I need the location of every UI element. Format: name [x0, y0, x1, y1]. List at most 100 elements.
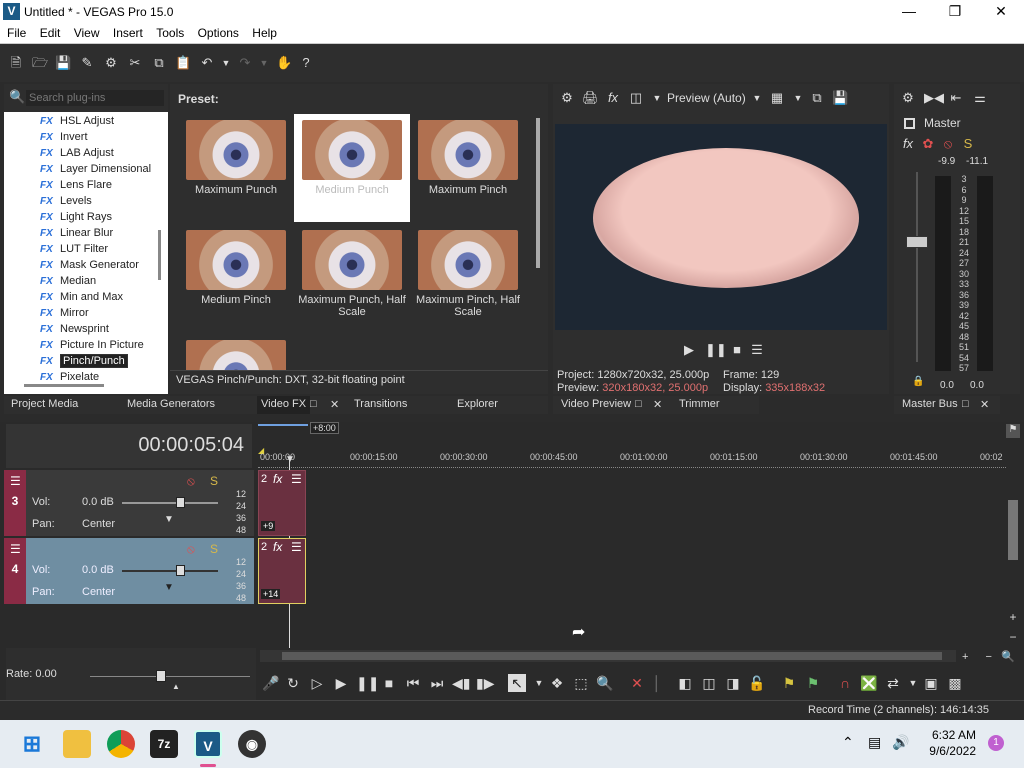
tab-explorer[interactable]: Explorer — [457, 398, 498, 410]
pause-icon[interactable]: ❚❚ — [356, 674, 379, 692]
next-frame-icon[interactable]: ▮▶ — [476, 674, 494, 692]
save-snapshot-icon[interactable]: 💾 — [832, 90, 848, 106]
tab-master-bus-close-icon[interactable]: ✕ — [980, 398, 989, 411]
preview-stop-icon[interactable]: ■ — [729, 342, 745, 358]
open-folder-icon[interactable]: 🗁 — [32, 55, 48, 71]
plugin-list-scrollbar[interactable] — [158, 230, 161, 280]
master-automation-icon[interactable]: ✿ — [920, 136, 936, 152]
play-from-start-icon[interactable]: ▷ — [308, 674, 326, 692]
track-4-header[interactable]: 4 ☰ ⦸ S Vol: 0.0 dB Pan: Center ▼ — [4, 538, 254, 604]
track-4-mute-icon[interactable]: ⦸ — [187, 542, 195, 557]
notification-badge[interactable]: 1 — [988, 735, 1004, 751]
maximize-button[interactable]: ❐ — [932, 0, 978, 24]
master-downmix-icon[interactable]: ⇤ — [948, 90, 964, 106]
track-4-menu-icon[interactable]: ☰ — [10, 542, 21, 556]
master-settings-gear-icon[interactable]: ⚙ — [900, 90, 916, 106]
chrome-icon[interactable] — [107, 730, 135, 758]
trim-icon[interactable]: │ — [648, 674, 666, 692]
zoom-in-vertical-icon[interactable]: + — [1006, 610, 1020, 624]
track-4-vol-thumb[interactable] — [176, 565, 185, 576]
preset-tile[interactable]: Maximum Pinch, Half Scale — [410, 224, 526, 332]
master-mute-icon[interactable]: ⦸ — [940, 136, 956, 152]
menu-edit[interactable]: Edit — [33, 24, 61, 40]
preset-tile[interactable]: Maximum Pinch — [410, 114, 526, 222]
zoom-magnifier-icon[interactable]: 🔍 — [1001, 651, 1015, 663]
tab-video-fx-float-icon[interactable]: □ — [310, 398, 317, 410]
tab-media-generators[interactable]: Media Generators — [127, 398, 215, 410]
cross-fade-icon[interactable]: ▩ — [946, 674, 964, 692]
render-icon[interactable]: ✎ — [79, 55, 95, 71]
insert-marker-icon[interactable]: ⚑ — [780, 674, 798, 692]
undo-dropdown-icon[interactable]: ▼ — [218, 55, 234, 71]
lock-envelopes-icon[interactable]: 🔓 — [748, 674, 766, 692]
stop-icon[interactable]: ■ — [380, 674, 398, 692]
network-icon[interactable]: ▤ — [868, 734, 881, 751]
tab-video-preview[interactable]: Video Preview — [561, 398, 631, 410]
track-4-pan-thumb[interactable]: ▼ — [164, 582, 174, 593]
plugin-item[interactable]: FX Mirror — [40, 307, 89, 323]
close-button[interactable]: ✕ — [978, 0, 1024, 24]
plugin-item[interactable]: FX Light Rays — [40, 211, 112, 227]
wordpress-icon[interactable]: ◉ — [238, 730, 266, 758]
preset-tile[interactable] — [178, 334, 294, 370]
tab-transitions[interactable]: Transitions — [354, 398, 407, 410]
whats-this-help-icon[interactable]: ? — [298, 55, 314, 71]
tab-video-preview-float-icon[interactable]: □ — [635, 398, 642, 410]
new-file-icon[interactable]: 🗎 — [8, 55, 24, 71]
plugin-item[interactable]: FX Linear Blur — [40, 227, 113, 243]
copy-icon[interactable]: ⧉ — [151, 55, 167, 71]
plugin-item[interactable]: FX Picture In Picture — [40, 339, 144, 355]
cut-icon[interactable]: ✂ — [127, 55, 143, 71]
split-icon[interactable]: ◫ — [700, 674, 718, 692]
file-explorer-icon[interactable] — [63, 730, 91, 758]
tab-trimmer[interactable]: Trimmer — [679, 398, 720, 410]
preview-play-icon[interactable]: ▶ — [681, 342, 697, 358]
track-3-menu-icon[interactable]: ☰ — [10, 474, 21, 488]
preview-device-icon[interactable]: 🖨 — [582, 90, 599, 106]
edit-tool-dropdown-icon[interactable]: ▼ — [530, 674, 548, 692]
redo-dropdown-icon[interactable]: ▼ — [256, 55, 272, 71]
ripple-mode-icon[interactable]: ⇄ — [884, 674, 902, 692]
preview-settings-gear-icon[interactable]: ⚙ — [559, 90, 575, 106]
menu-file[interactable]: File — [0, 24, 26, 40]
master-mono-icon[interactable]: ▶◀ — [924, 90, 944, 106]
plugin-item[interactable]: FX Median — [40, 275, 96, 291]
selection-tool-icon[interactable]: ⬚ — [572, 674, 590, 692]
track-3-vol-slider[interactable] — [122, 502, 218, 504]
save-icon[interactable]: 💾 — [55, 55, 71, 71]
track-3-mute-icon[interactable]: ⦸ — [187, 474, 195, 489]
plugin-item[interactable]: FX Lens Flare — [40, 179, 112, 195]
track-4-vol-slider[interactable] — [122, 570, 218, 572]
auto-ripple-icon[interactable]: ❎ — [860, 674, 878, 692]
plugin-item[interactable]: FX HSL Adjust — [40, 115, 114, 131]
paste-icon[interactable]: 📋 — [175, 55, 191, 71]
loop-playback-icon[interactable]: ↻ — [284, 674, 302, 692]
menu-options[interactable]: Options — [191, 24, 239, 40]
preset-scrollbar[interactable] — [536, 118, 540, 268]
plugin-list-h-scrollbar[interactable] — [24, 384, 104, 387]
menu-tools[interactable]: Tools — [149, 24, 184, 40]
clip-3-fx-icon[interactable]: fx — [273, 472, 282, 486]
vegas-taskbar-icon[interactable]: V — [194, 730, 222, 758]
plugin-item[interactable]: FX Layer Dimensional — [40, 163, 151, 179]
plugin-item[interactable]: FX LUT Filter — [40, 243, 108, 259]
clip-3-menu-icon[interactable]: ☰ — [291, 472, 302, 486]
tab-video-fx-close-icon[interactable]: ✕ — [330, 398, 339, 411]
tab-video-fx[interactable]: Video FX — [257, 396, 311, 414]
preview-menu-icon[interactable]: ☰ — [749, 342, 765, 358]
tab-project-media[interactable]: Project Media — [11, 398, 78, 410]
master-solo-icon[interactable]: S — [960, 136, 976, 152]
master-fx-icon[interactable]: fx — [900, 136, 916, 152]
track-4-solo-icon[interactable]: S — [210, 542, 218, 556]
undo-icon[interactable]: ↶ — [199, 55, 215, 71]
split-dropdown-icon[interactable]: ▼ — [649, 90, 665, 106]
timeline-v-scrollbar[interactable] — [1008, 500, 1018, 560]
clock-date[interactable]: 9/6/2022 — [922, 744, 976, 758]
clip-4-fx-icon[interactable]: fx — [273, 540, 282, 554]
insert-region-icon[interactable]: ⚑ — [804, 674, 822, 692]
overlays-grid-icon[interactable]: ▦ — [769, 90, 785, 106]
timeline-marker-toggle-icon[interactable]: ⚑ — [1006, 424, 1020, 438]
rate-slider[interactable] — [90, 676, 250, 677]
lock-groups-icon[interactable]: ▣ — [922, 674, 940, 692]
zoom-in-horizontal-icon[interactable]: + — [962, 651, 968, 663]
